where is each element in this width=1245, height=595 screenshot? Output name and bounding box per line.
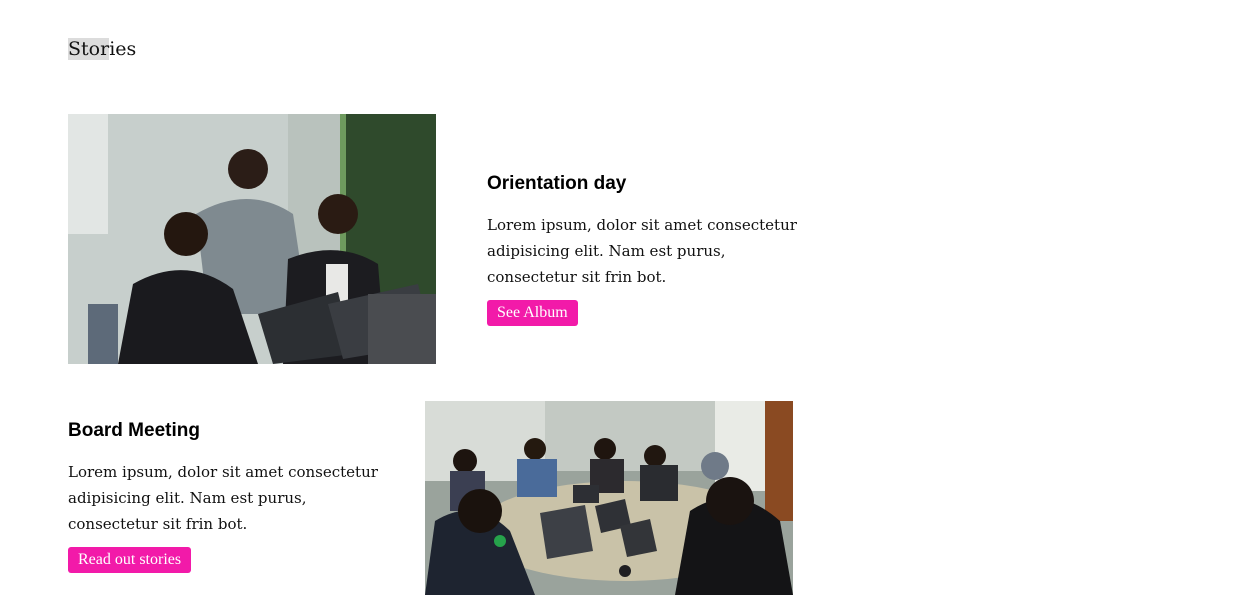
story-orientation: Orientation day Lorem ipsum, dolor sit a… xyxy=(487,172,807,326)
photo-icon xyxy=(68,114,436,364)
story-body: Lorem ipsum, dolor sit amet consectetur … xyxy=(68,463,378,533)
photo-icon xyxy=(425,401,793,595)
story-heading: Orientation day xyxy=(487,173,627,194)
page-title-rest: ies xyxy=(109,38,137,60)
story-photo-board-meeting xyxy=(425,401,793,595)
read-out-stories-button[interactable]: Read out stories xyxy=(68,547,192,573)
page-title: Stories xyxy=(68,33,136,65)
story-heading: Board Meeting xyxy=(68,420,200,441)
see-album-button[interactable]: See Album xyxy=(487,300,578,326)
story-photo-orientation xyxy=(68,114,436,364)
story-body: Lorem ipsum, dolor sit amet consectetur … xyxy=(487,216,797,286)
page-title-highlight: Stor xyxy=(68,38,110,60)
story-board-meeting: Board Meeting Lorem ipsum, dolor sit ame… xyxy=(68,419,388,573)
